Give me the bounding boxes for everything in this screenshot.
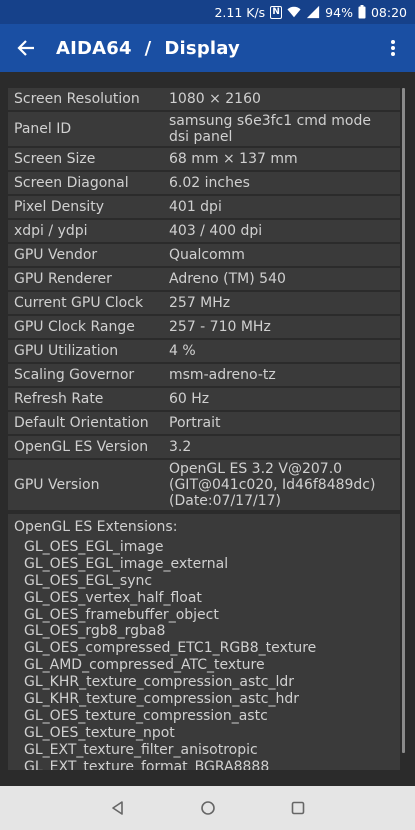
nav-home-button[interactable] <box>163 786 253 830</box>
extension-item: GL_KHR_texture_compression_astc_hdr <box>24 691 299 708</box>
property-value: 60 Hz <box>163 388 400 410</box>
display-info-list[interactable]: Screen Resolution 1080 × 2160 Panel ID sams… <box>8 86 400 770</box>
extension-item: GL_KHR_texture_compression_astc_ldr <box>24 674 295 691</box>
property-key: GPU Version <box>8 460 163 510</box>
property-key: Refresh Rate <box>8 388 163 410</box>
property-key: GPU Vendor <box>8 244 163 266</box>
property-row[interactable]: GPU Renderer Adreno (TM) 540 <box>8 268 400 290</box>
property-value: 3.2 <box>163 436 400 458</box>
property-value: Qualcomm <box>163 244 400 266</box>
system-nav-bar <box>0 786 415 830</box>
extension-item: GL_OES_EGL_image_external <box>24 555 229 572</box>
property-value: 68 mm × 137 mm <box>163 148 400 170</box>
nfc-icon: N <box>270 5 283 19</box>
property-row[interactable]: xdpi / ydpi 403 / 400 dpi <box>8 220 400 242</box>
extension-item: GL_OES_texture_npot <box>24 724 175 741</box>
property-value: Portrait <box>163 412 400 434</box>
property-value: msm-adreno-tz <box>163 364 400 386</box>
property-key: Screen Size <box>8 148 163 170</box>
property-value: 401 dpi <box>163 196 400 218</box>
property-value: Adreno (TM) 540 <box>163 268 400 290</box>
extensions-list: GL_OES_EGL_image GL_OES_EGL_image_externa… <box>14 539 394 770</box>
property-value: 4 % <box>163 340 400 362</box>
extension-item: GL_AMD_compressed_ATC_texture <box>24 657 265 674</box>
extension-item: GL_OES_framebuffer_object <box>24 606 219 623</box>
property-value: 403 / 400 dpi <box>163 220 400 242</box>
extensions-title: OpenGL ES Extensions: <box>14 519 178 535</box>
network-speed: 2.11 K/s <box>214 4 266 20</box>
extension-item: GL_EXT_texture_filter_anisotropic <box>24 741 258 758</box>
property-value: OpenGL ES 3.2 V@207.0 (GIT@041c020, Id46… <box>163 460 400 510</box>
triangle-back-icon <box>111 801 123 815</box>
extension-item: GL_OES_EGL_image <box>24 538 164 555</box>
property-row[interactable]: GPU Vendor Qualcomm <box>8 244 400 266</box>
overflow-menu-button[interactable] <box>377 24 409 72</box>
property-value: samsung s6e3fc1 cmd mode dsi panel <box>163 112 400 146</box>
property-key: Pixel Density <box>8 196 163 218</box>
property-key: xdpi / ydpi <box>8 220 163 242</box>
property-row[interactable]: GPU Version OpenGL ES 3.2 V@207.0 (GIT@04… <box>8 460 400 510</box>
property-key: GPU Clock Range <box>8 316 163 338</box>
property-row[interactable]: Screen Size 68 mm × 137 mm <box>8 148 400 170</box>
property-row[interactable]: Refresh Rate 60 Hz <box>8 388 400 410</box>
property-value: 1080 × 2160 <box>163 88 400 110</box>
property-row[interactable]: Default Orientation Portrait <box>8 412 400 434</box>
property-key: Panel ID <box>8 112 163 146</box>
property-value: 257 - 710 MHz <box>163 316 400 338</box>
scrollbar[interactable] <box>402 88 405 753</box>
opengl-extensions-block: OpenGL ES Extensions: GL_OES_EGL_image GL… <box>8 514 400 770</box>
property-row[interactable]: OpenGL ES Version 3.2 <box>8 436 400 458</box>
property-row[interactable]: GPU Utilization 4 % <box>8 340 400 362</box>
property-row[interactable]: Current GPU Clock 257 MHz <box>8 292 400 314</box>
property-key: Default Orientation <box>8 412 163 434</box>
property-key: OpenGL ES Version <box>8 436 163 458</box>
extension-item: GL_OES_EGL_sync <box>24 572 153 589</box>
property-key: Screen Resolution <box>8 88 163 110</box>
extension-item: GL_OES_rgb8_rgba8 <box>24 623 166 640</box>
extension-item: GL_OES_texture_compression_astc <box>24 707 268 724</box>
property-key: Screen Diagonal <box>8 172 163 194</box>
properties-table: Screen Resolution 1080 × 2160 Panel ID sams… <box>8 86 400 512</box>
wifi-icon <box>287 5 301 19</box>
more-vert-icon <box>391 40 395 56</box>
property-row[interactable]: Screen Resolution 1080 × 2160 <box>8 88 400 110</box>
extension-item: GL_OES_compressed_ETC1_RGB8_texture <box>24 640 317 657</box>
battery-level: 94% <box>325 4 353 20</box>
property-value: 6.02 inches <box>163 172 400 194</box>
nav-recents-button[interactable] <box>253 786 343 830</box>
property-key: Scaling Governor <box>8 364 163 386</box>
property-value: 257 MHz <box>163 292 400 314</box>
property-key: GPU Utilization <box>8 340 163 362</box>
arrow-left-icon <box>17 40 34 56</box>
back-button[interactable] <box>2 24 50 72</box>
property-row[interactable]: Screen Diagonal 6.02 inches <box>8 172 400 194</box>
property-key: GPU Renderer <box>8 268 163 290</box>
square-recents-icon <box>291 801 304 815</box>
signal-icon <box>306 5 320 19</box>
nav-back-button[interactable] <box>73 786 163 830</box>
property-row[interactable]: Pixel Density 401 dpi <box>8 196 400 218</box>
property-row[interactable]: Panel ID samsung s6e3fc1 cmd mode dsi pan… <box>8 112 400 146</box>
app-bar: AIDA64 / Display <box>0 24 415 72</box>
extension-item: GL_EXT_texture_format_BGRA8888 <box>24 758 270 770</box>
page-title: AIDA64 / Display <box>56 37 240 59</box>
extension-item: GL_OES_vertex_half_float <box>24 589 202 606</box>
circle-home-icon <box>200 801 215 815</box>
property-key: Current GPU Clock <box>8 292 163 314</box>
battery-icon <box>358 5 366 19</box>
clock: 08:20 <box>370 4 407 20</box>
status-bar: 2.11 K/s N 94% 08:20 <box>0 0 415 24</box>
property-row[interactable]: Scaling Governor msm-adreno-tz <box>8 364 400 386</box>
property-row[interactable]: GPU Clock Range 257 - 710 MHz <box>8 316 400 338</box>
